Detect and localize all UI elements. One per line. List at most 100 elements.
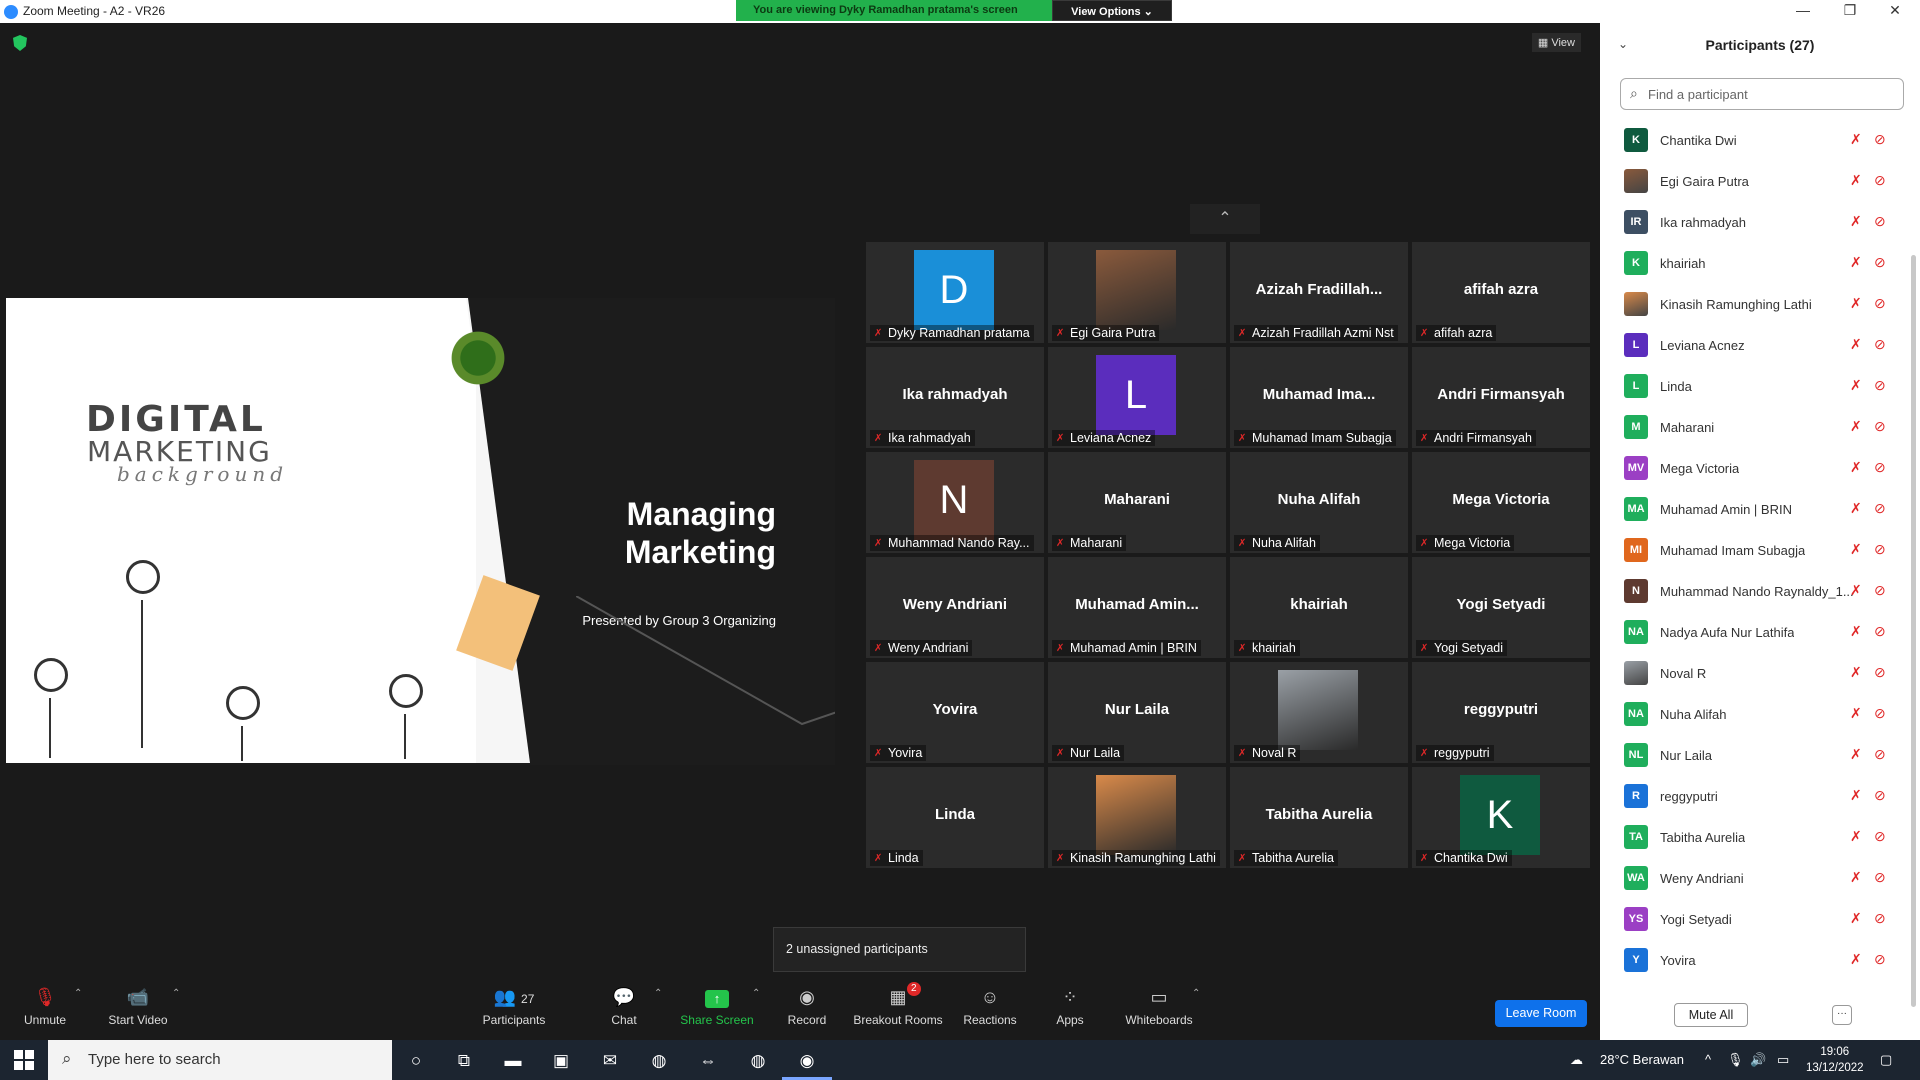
muted-mic-icon[interactable]: ✗: [1850, 459, 1862, 476]
video-off-icon[interactable]: ⊘: [1874, 172, 1886, 189]
participant-video-tile[interactable]: Ika rahmadyah ✗ Ika rahmadyah: [866, 347, 1044, 448]
file-explorer-icon[interactable]: ▬: [500, 1048, 526, 1074]
video-off-icon[interactable]: ⊘: [1874, 131, 1886, 148]
start-video-button[interactable]: 📹 Start Video: [103, 984, 173, 1027]
participant-list-item[interactable]: IR Ika rahmadyah ✗ ⊘: [1600, 201, 1906, 242]
store-icon[interactable]: ▣: [548, 1048, 574, 1074]
muted-mic-icon[interactable]: ✗: [1850, 746, 1862, 763]
video-off-icon[interactable]: ⊘: [1874, 418, 1886, 435]
participant-video-tile[interactable]: Azizah Fradillah... ✗ Azizah Fradillah Azm…: [1230, 242, 1408, 343]
video-off-icon[interactable]: ⊘: [1874, 951, 1886, 968]
apps-button[interactable]: ⁘ Apps: [1053, 984, 1087, 1027]
participant-video-tile[interactable]: Weny Andriani ✗ Weny Andriani: [866, 557, 1044, 658]
volume-icon[interactable]: 🔊: [1750, 1052, 1766, 1068]
participant-video-tile[interactable]: Nur Laila ✗ Nur Laila: [1048, 662, 1226, 763]
breakout-rooms-button[interactable]: ▦ 2 Breakout Rooms: [853, 982, 943, 1027]
mute-all-button[interactable]: Mute All: [1674, 1003, 1748, 1027]
close-window-button[interactable]: ✕: [1875, 2, 1915, 20]
muted-mic-icon[interactable]: ✗: [1850, 705, 1862, 722]
muted-mic-icon[interactable]: ✗: [1850, 787, 1862, 804]
muted-mic-icon[interactable]: ✗: [1850, 213, 1862, 230]
video-off-icon[interactable]: ⊘: [1874, 582, 1886, 599]
video-off-icon[interactable]: ⊘: [1874, 213, 1886, 230]
participant-video-tile[interactable]: Nuha Alifah ✗ Nuha Alifah: [1230, 452, 1408, 553]
video-off-icon[interactable]: ⊘: [1874, 295, 1886, 312]
video-off-icon[interactable]: ⊘: [1874, 787, 1886, 804]
video-off-icon[interactable]: ⊘: [1874, 869, 1886, 886]
participant-list-item[interactable]: Kkhairiah ✗ ⊘: [1600, 242, 1906, 283]
participant-video-tile[interactable]: N ✗ Muhammad Nando Ray...: [866, 452, 1044, 553]
muted-mic-icon[interactable]: ✗: [1850, 664, 1862, 681]
video-off-icon[interactable]: ⊘: [1874, 541, 1886, 558]
participant-list-item[interactable]: Noval R ✗ ⊘: [1600, 652, 1906, 693]
taskbar-search-box[interactable]: ⌕ Type here to search: [48, 1040, 392, 1080]
participant-list-item[interactable]: M Maharani ✗ ⊘: [1600, 406, 1906, 447]
participant-video-tile[interactable]: L ✗ Leviana Acnez: [1048, 347, 1226, 448]
participant-list-item[interactable]: Kinasih Ramunghing Lathi ✗ ⊘: [1600, 283, 1906, 324]
video-off-icon[interactable]: ⊘: [1874, 336, 1886, 353]
participant-video-tile[interactable]: K ✗ Chantika Dwi: [1412, 767, 1590, 868]
participant-list-item[interactable]: Rreggyputri ✗ ⊘: [1600, 775, 1906, 816]
encryption-shield-icon[interactable]: [13, 35, 27, 51]
muted-mic-icon[interactable]: ✗: [1850, 869, 1862, 886]
participant-video-tile[interactable]: afifah azra ✗ afifah azra: [1412, 242, 1590, 343]
record-button[interactable]: ◉ Record: [783, 984, 831, 1027]
network-icon[interactable]: ▭: [1777, 1052, 1789, 1068]
participant-list-item[interactable]: MV Mega Victoria ✗ ⊘: [1600, 447, 1906, 488]
windows-start-icon[interactable]: [14, 1050, 34, 1070]
participant-video-tile[interactable]: ✗ Kinasih Ramunghing Lathi: [1048, 767, 1226, 868]
muted-mic-icon[interactable]: ✗: [1850, 828, 1862, 845]
participant-list-item[interactable]: MA Muhamad Amin | BRIN ✗ ⊘: [1600, 488, 1906, 529]
view-options-button[interactable]: View Options ⌄: [1052, 0, 1172, 21]
participant-video-tile[interactable]: D ✗ Dyky Ramadhan pratama: [866, 242, 1044, 343]
video-off-icon[interactable]: ⊘: [1874, 705, 1886, 722]
participants-button[interactable]: 👥 27 Participants: [478, 984, 550, 1027]
leave-room-button[interactable]: Leave Room: [1495, 1000, 1587, 1027]
video-off-icon[interactable]: ⊘: [1874, 254, 1886, 271]
participant-list-item[interactable]: K Chantika Dwi ✗ ⊘: [1600, 119, 1906, 160]
video-off-icon[interactable]: ⊘: [1874, 459, 1886, 476]
reactions-button[interactable]: ☺ Reactions: [963, 984, 1017, 1027]
participant-video-tile[interactable]: Linda ✗ Linda: [866, 767, 1044, 868]
more-options-button[interactable]: ···: [1832, 1005, 1852, 1025]
participant-video-tile[interactable]: Yogi Setyadi ✗ Yogi Setyadi: [1412, 557, 1590, 658]
muted-mic-icon[interactable]: ✗: [1850, 951, 1862, 968]
participant-list-item[interactable]: L Leviana Acnez ✗ ⊘: [1600, 324, 1906, 365]
maximize-button[interactable]: ❐: [1830, 2, 1870, 20]
muted-mic-icon[interactable]: ✗: [1850, 500, 1862, 517]
weather-text[interactable]: 28°C Berawan: [1600, 1052, 1684, 1067]
unmute-button[interactable]: 🎙 Unmute: [20, 984, 70, 1027]
participant-list-item[interactable]: Y Yovira ✗ ⊘: [1600, 939, 1906, 980]
taskbar-clock[interactable]: 19:06 13/12/2022: [1806, 1044, 1864, 1076]
participant-list-item[interactable]: NL Nur Laila ✗ ⊘: [1600, 734, 1906, 775]
muted-mic-icon[interactable]: ✗: [1850, 910, 1862, 927]
participant-video-tile[interactable]: ✗ Egi Gaira Putra: [1048, 242, 1226, 343]
participant-list-item[interactable]: L Linda ✗ ⊘: [1600, 365, 1906, 406]
participant-list-item[interactable]: TA Tabitha Aurelia ✗ ⊘: [1600, 816, 1906, 857]
gallery-collapse-button[interactable]: ⌃: [1190, 204, 1260, 234]
whiteboards-button[interactable]: ▭ Whiteboards: [1124, 984, 1194, 1027]
participant-video-tile[interactable]: ✗ Noval R: [1230, 662, 1408, 763]
muted-mic-icon[interactable]: ✗: [1850, 582, 1862, 599]
participant-video-tile[interactable]: Yovira ✗ Yovira: [866, 662, 1044, 763]
participants-scrollbar[interactable]: [1911, 255, 1916, 1007]
muted-mic-icon[interactable]: ✗: [1850, 336, 1862, 353]
video-off-icon[interactable]: ⊘: [1874, 500, 1886, 517]
participant-video-tile[interactable]: Muhamad Ima... ✗ Muhamad Imam Subagja: [1230, 347, 1408, 448]
muted-mic-icon[interactable]: ✗: [1850, 623, 1862, 640]
video-off-icon[interactable]: ⊘: [1874, 664, 1886, 681]
weather-icon[interactable]: ☁: [1570, 1052, 1583, 1068]
participant-list-item[interactable]: NA Nuha Alifah ✗ ⊘: [1600, 693, 1906, 734]
muted-mic-icon[interactable]: ✗: [1850, 131, 1862, 148]
minimize-button[interactable]: —: [1783, 2, 1823, 20]
muted-mic-icon[interactable]: ✗: [1850, 541, 1862, 558]
chat-button[interactable]: 💬 Chat: [604, 984, 644, 1027]
participant-video-tile[interactable]: Mega Victoria ✗ Mega Victoria: [1412, 452, 1590, 553]
muted-mic-icon[interactable]: ✗: [1850, 295, 1862, 312]
chrome-profile-icon[interactable]: ◍: [745, 1048, 771, 1074]
participant-list-item[interactable]: NA Nadya Aufa Nur Lathifa ✗ ⊘: [1600, 611, 1906, 652]
task-view-icon[interactable]: ⧉: [451, 1048, 477, 1074]
participant-video-tile[interactable]: Maharani ✗ Maharani: [1048, 452, 1226, 553]
video-off-icon[interactable]: ⊘: [1874, 377, 1886, 394]
participant-list-item[interactable]: N Muhammad Nando Raynaldy_1... ✗ ⊘: [1600, 570, 1906, 611]
